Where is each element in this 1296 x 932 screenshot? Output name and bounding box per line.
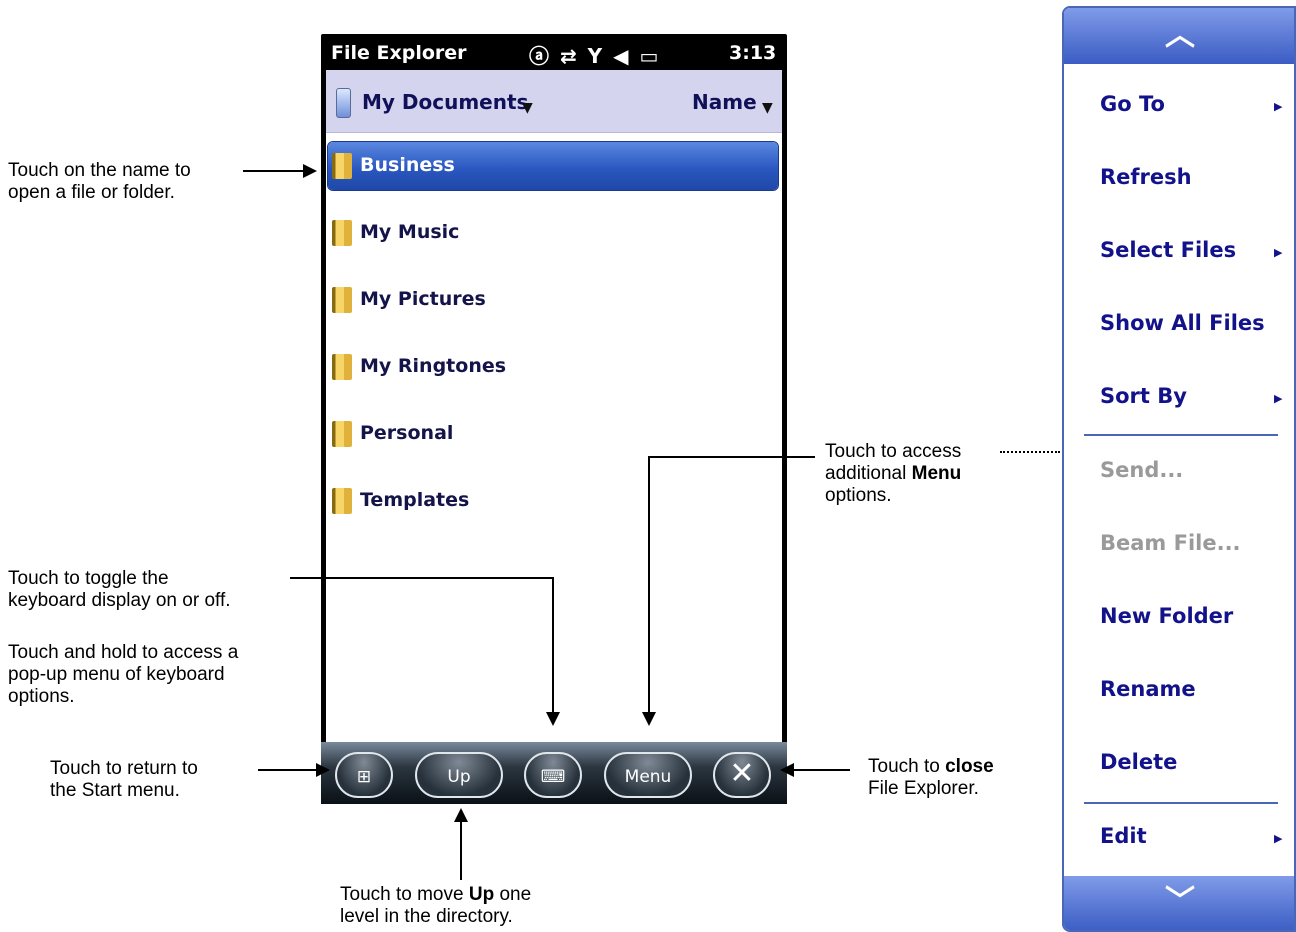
callout-line bbox=[649, 456, 815, 458]
list-item[interactable]: Business bbox=[328, 142, 778, 190]
list-item-label: My Ringtones bbox=[360, 355, 507, 377]
up-button[interactable]: Up bbox=[415, 752, 503, 798]
callout-open-file: Touch on the name to open a file or fold… bbox=[8, 160, 191, 203]
app-title: File Explorer bbox=[331, 42, 467, 64]
folder-icon bbox=[332, 220, 352, 246]
file-list-screen: My Documents ▼ Name ▼ Business My Music … bbox=[326, 70, 782, 742]
menu-item-sort-by[interactable]: Sort By bbox=[1100, 384, 1187, 408]
callout-menu: Touch to access additional Menu options. bbox=[825, 441, 961, 507]
callout-up-bold: Up bbox=[468, 884, 495, 905]
list-item[interactable]: Templates bbox=[328, 477, 778, 525]
keyboard-icon: ⌨ bbox=[540, 767, 566, 787]
folder-dropdown[interactable]: My Documents bbox=[362, 90, 528, 114]
menu-item-beam-file: Beam File... bbox=[1100, 531, 1241, 555]
list-item[interactable]: My Pictures bbox=[328, 276, 778, 324]
callout-start-menu: Touch to return to the Start menu. bbox=[50, 758, 198, 801]
list-item-label: Business bbox=[360, 154, 455, 176]
chevron-up-icon: ︿ bbox=[1165, 18, 1195, 53]
callout-close-bold: close bbox=[945, 756, 994, 777]
status-icons[interactable]: ⓐ ⇄ Y ◀ ▭ bbox=[529, 40, 660, 69]
list-item-label: My Music bbox=[360, 221, 460, 243]
callout-up: Touch to move Up one level in the direct… bbox=[340, 884, 531, 928]
menu-item-refresh[interactable]: Refresh bbox=[1100, 165, 1192, 189]
callout-up-text: Touch to move bbox=[340, 884, 469, 905]
menu-item-go-to[interactable]: Go To bbox=[1100, 92, 1165, 116]
submenu-arrow-icon: ▶ bbox=[1274, 100, 1283, 113]
close-button[interactable]: ✕ bbox=[713, 752, 771, 798]
callout-dotted-line bbox=[1000, 451, 1060, 453]
folder-icon bbox=[332, 153, 352, 179]
chevron-down-icon: ﹀ bbox=[1165, 884, 1195, 919]
menu-item-send: Send... bbox=[1100, 458, 1184, 482]
list-item-label: Personal bbox=[360, 422, 454, 444]
menu-divider bbox=[1084, 434, 1278, 436]
callout-line bbox=[790, 769, 850, 771]
sort-dropdown[interactable]: Name bbox=[692, 90, 757, 114]
keyboard-button[interactable]: ⌨ bbox=[524, 752, 582, 798]
submenu-arrow-icon: ▶ bbox=[1274, 392, 1283, 405]
close-icon: ✕ bbox=[729, 756, 755, 791]
callout-line bbox=[460, 822, 462, 880]
windows-logo-icon: ⊞ bbox=[356, 767, 372, 787]
folder-icon bbox=[332, 287, 352, 313]
callout-line bbox=[648, 456, 650, 712]
device-icon bbox=[336, 88, 351, 118]
callout-close-text: Touch to bbox=[868, 756, 946, 777]
taskbar: ⊞ Up ⌨ Menu ✕ bbox=[321, 742, 787, 804]
callout-line bbox=[243, 170, 305, 172]
arrow-down-icon bbox=[642, 712, 656, 726]
menu-divider bbox=[1084, 802, 1278, 804]
scroll-down-button[interactable]: ﹀ bbox=[1064, 876, 1294, 930]
callout-line bbox=[258, 769, 320, 771]
folder-icon bbox=[332, 421, 352, 447]
start-button[interactable]: ⊞ bbox=[335, 752, 393, 798]
menu-item-rename[interactable]: Rename bbox=[1100, 677, 1196, 701]
callout-keyboard-toggle: Touch to toggle the keyboard display on … bbox=[8, 568, 231, 611]
menu-item-delete[interactable]: Delete bbox=[1100, 750, 1177, 774]
folder-icon bbox=[332, 488, 352, 514]
menu-item-new-folder[interactable]: New Folder bbox=[1100, 604, 1233, 628]
folder-icon bbox=[332, 354, 352, 380]
clock[interactable]: 3:13 bbox=[729, 42, 776, 64]
scroll-up-button[interactable]: ︿ bbox=[1064, 8, 1294, 64]
callout-line bbox=[552, 577, 554, 712]
menu-panel: ︿ Go To ▶ Refresh Select Files ▶ Show Al… bbox=[1062, 6, 1296, 932]
list-item[interactable]: My Ringtones bbox=[328, 343, 778, 391]
folder-bar: My Documents ▼ Name ▼ bbox=[326, 70, 782, 133]
arrow-up-icon bbox=[454, 808, 468, 822]
callout-close-text: File Explorer. bbox=[868, 778, 979, 799]
callout-line bbox=[290, 577, 553, 579]
submenu-arrow-icon: ▶ bbox=[1274, 832, 1283, 845]
arrow-right-icon bbox=[303, 164, 317, 178]
menu-item-edit[interactable]: Edit bbox=[1100, 824, 1147, 848]
device-screen: File Explorer ⓐ ⇄ Y ◀ ▭ 3:13 My Document… bbox=[321, 34, 787, 804]
callout-close: Touch to close File Explorer. bbox=[868, 756, 994, 800]
menu-button[interactable]: Menu bbox=[604, 752, 692, 798]
submenu-arrow-icon: ▶ bbox=[1274, 246, 1283, 259]
list-item[interactable]: My Music bbox=[328, 209, 778, 257]
arrow-down-icon bbox=[546, 712, 560, 726]
callout-menu-bold: Menu bbox=[911, 463, 962, 484]
chevron-down-icon[interactable]: ▼ bbox=[522, 100, 533, 116]
arrow-left-icon bbox=[780, 763, 794, 777]
status-bar: File Explorer ⓐ ⇄ Y ◀ ▭ 3:13 bbox=[321, 34, 787, 70]
menu-item-select-files[interactable]: Select Files bbox=[1100, 238, 1236, 262]
menu-item-show-all-files[interactable]: Show All Files bbox=[1100, 311, 1265, 335]
list-item[interactable]: Personal bbox=[328, 410, 778, 458]
chevron-down-icon[interactable]: ▼ bbox=[762, 100, 773, 116]
list-item-label: Templates bbox=[360, 489, 470, 511]
callout-menu-text: options. bbox=[825, 485, 892, 506]
list-item-label: My Pictures bbox=[360, 288, 486, 310]
callout-keyboard-hold: Touch and hold to access a pop-up menu o… bbox=[8, 642, 239, 707]
arrow-right-icon bbox=[316, 763, 330, 777]
